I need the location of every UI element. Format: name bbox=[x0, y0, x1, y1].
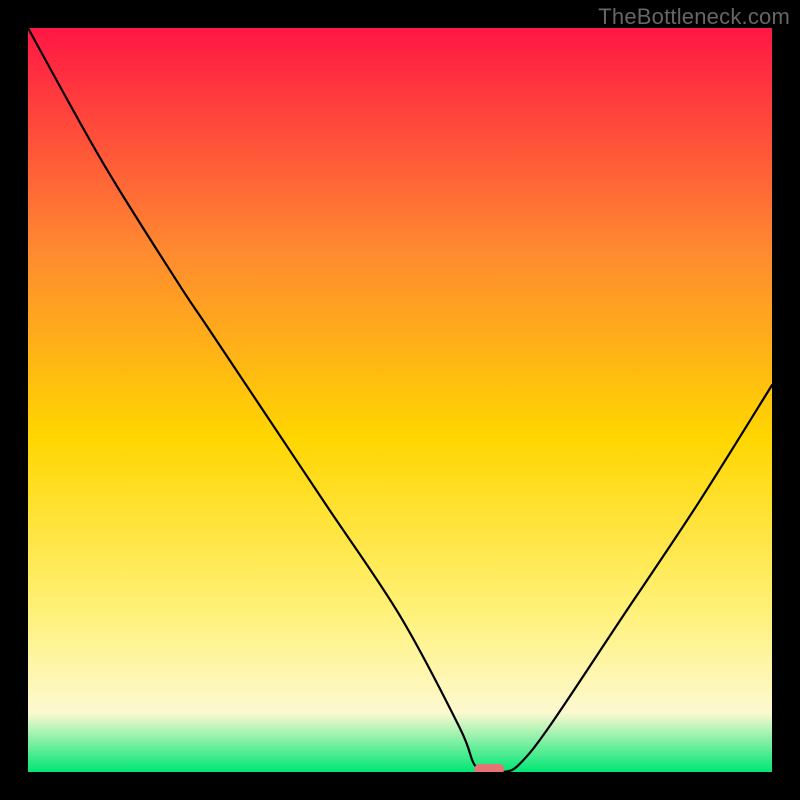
chart-frame: TheBottleneck.com bbox=[0, 0, 800, 800]
chart-svg bbox=[28, 28, 772, 772]
watermark-label: TheBottleneck.com bbox=[598, 4, 790, 30]
optimal-marker bbox=[474, 764, 504, 772]
gradient-background bbox=[28, 28, 772, 772]
plot-area bbox=[28, 28, 772, 772]
